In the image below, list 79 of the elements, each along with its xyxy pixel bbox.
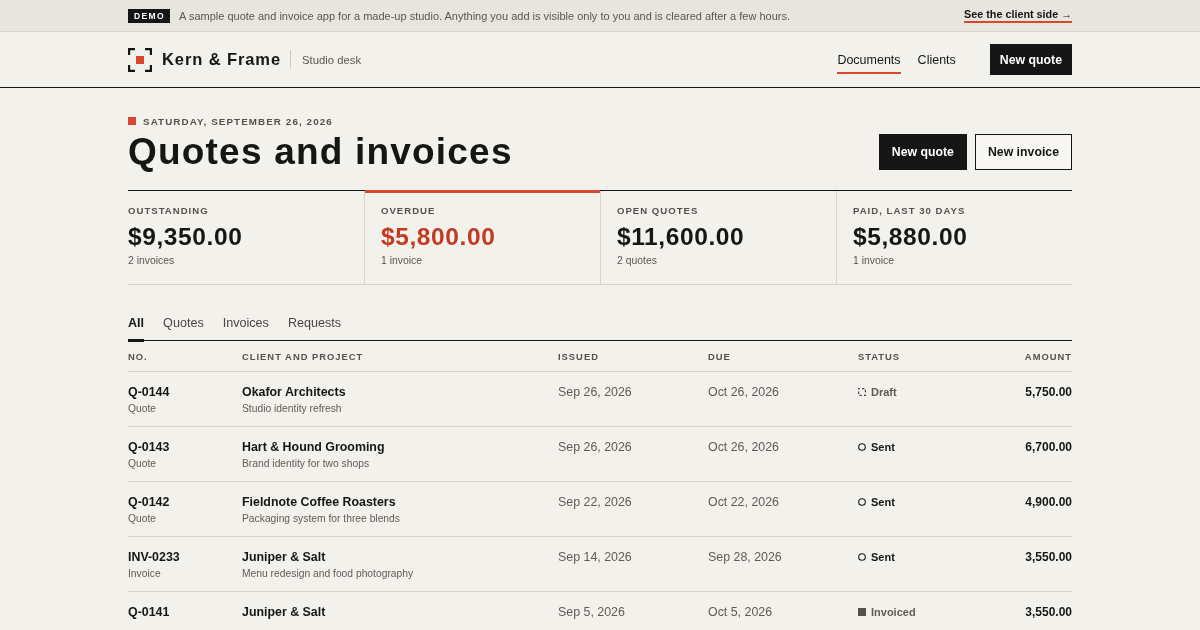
status-label: Invoiced	[871, 605, 916, 619]
issued-date: Sep 14, 2026	[558, 549, 632, 565]
project-name: Brand identity for two shops	[242, 457, 370, 471]
filter-tab[interactable]: Quotes	[163, 316, 204, 342]
banner-message: A sample quote and invoice app for a made-up studio. Anything you add is visible only to you and is cleared after a few hours.	[179, 9, 790, 22]
document-type: Invoice	[128, 567, 161, 581]
nav-link[interactable]: Clients	[917, 47, 956, 74]
status-label: Draft	[871, 385, 897, 399]
client-name: Juniper & Salt	[242, 604, 326, 620]
demo-badge: DEMO	[128, 8, 171, 23]
column-header: AMOUNT	[1024, 350, 1072, 362]
document-number[interactable]: INV-0233	[128, 549, 180, 565]
stat-label: PAID, LAST 30 DAYS	[853, 205, 967, 217]
project-name: Packaging system for three blends	[242, 512, 400, 526]
nav-link[interactable]: Documents	[837, 47, 901, 74]
amount: 3,550.00	[1025, 604, 1072, 620]
dashed-square-icon	[858, 388, 866, 396]
logo-icon	[128, 47, 152, 72]
circle-icon	[858, 553, 866, 561]
issued-date: Sep 22, 2026	[558, 494, 632, 510]
new-invoice-button[interactable]: New invoice	[974, 134, 1072, 170]
document-type: Quote	[128, 512, 157, 526]
new-quote-button[interactable]: New quote	[878, 134, 967, 170]
client-name: Okafor Architects	[242, 384, 346, 400]
filter-tab[interactable]: Invoices	[222, 316, 269, 342]
due-date: Oct 26, 2026	[708, 439, 779, 455]
status-label: Sent	[871, 440, 895, 454]
client-name: Fieldnote Coffee Roasters	[242, 494, 396, 510]
stat-value: $11,600.00	[617, 223, 746, 251]
column-header: ISSUED	[558, 350, 599, 362]
new-quote-button[interactable]: New quote	[989, 44, 1072, 75]
client-name: Juniper & Salt	[242, 549, 326, 565]
due-date: Oct 22, 2026	[708, 494, 779, 510]
circle-icon	[858, 498, 866, 506]
stat-value: $5,880.00	[853, 223, 969, 251]
document-number[interactable]: Q-0143	[128, 439, 170, 455]
brand-name: Kern & Frame	[162, 50, 281, 69]
amount: 6,700.00	[1025, 439, 1072, 455]
status-label: Sent	[871, 495, 895, 509]
circle-icon	[858, 443, 866, 451]
client-side-link[interactable]: See the client side →	[964, 8, 1072, 23]
issued-date: Sep 5, 2026	[558, 604, 625, 620]
page-title: Quotes and invoices	[128, 131, 513, 173]
document-number[interactable]: Q-0142	[128, 494, 170, 510]
due-date: Sep 28, 2026	[708, 549, 782, 565]
column-header: NO.	[128, 350, 148, 362]
column-header: DUE	[708, 350, 731, 362]
stat-label: OPEN QUOTES	[617, 205, 700, 217]
issued-date: Sep 26, 2026	[558, 384, 632, 400]
document-type: Quote	[128, 457, 157, 471]
brand-subtitle: Studio desk	[302, 53, 362, 66]
document-number[interactable]: Q-0141	[128, 604, 170, 620]
square-icon	[858, 608, 866, 616]
stat-note: 2 invoices	[128, 255, 176, 266]
document-type: Quote	[128, 402, 157, 416]
issued-date: Sep 26, 2026	[558, 439, 632, 455]
document-number[interactable]: Q-0144	[128, 384, 170, 400]
project-name: Studio identity refresh	[242, 402, 342, 416]
amount: 5,750.00	[1025, 384, 1072, 400]
stat-label: OUTSTANDING	[128, 205, 210, 217]
stat-value: $5,800.00	[381, 223, 497, 251]
due-date: Oct 5, 2026	[708, 604, 773, 620]
amount: 3,550.00	[1025, 549, 1072, 565]
stat-note: 1 invoice	[381, 255, 423, 266]
stat-note: 2 quotes	[617, 255, 658, 266]
amount: 4,900.00	[1025, 494, 1072, 510]
status-label: Sent	[871, 550, 895, 564]
date-label: SATURDAY, SEPTEMBER 26, 2026	[143, 115, 333, 127]
stat-note: 1 invoice	[853, 255, 895, 266]
square-icon	[128, 117, 136, 125]
client-name: Hart & Hound Grooming	[242, 439, 385, 455]
filter-tab[interactable]: All	[128, 316, 145, 342]
column-header: CLIENT AND PROJECT	[242, 350, 364, 362]
stat-label: OVERDUE	[381, 205, 437, 217]
filter-tab[interactable]: Requests	[287, 316, 342, 342]
due-date: Oct 26, 2026	[708, 384, 779, 400]
project-name: Menu redesign and food photography	[242, 567, 414, 581]
column-header: STATUS	[858, 350, 901, 362]
stat-value: $9,350.00	[128, 223, 244, 251]
